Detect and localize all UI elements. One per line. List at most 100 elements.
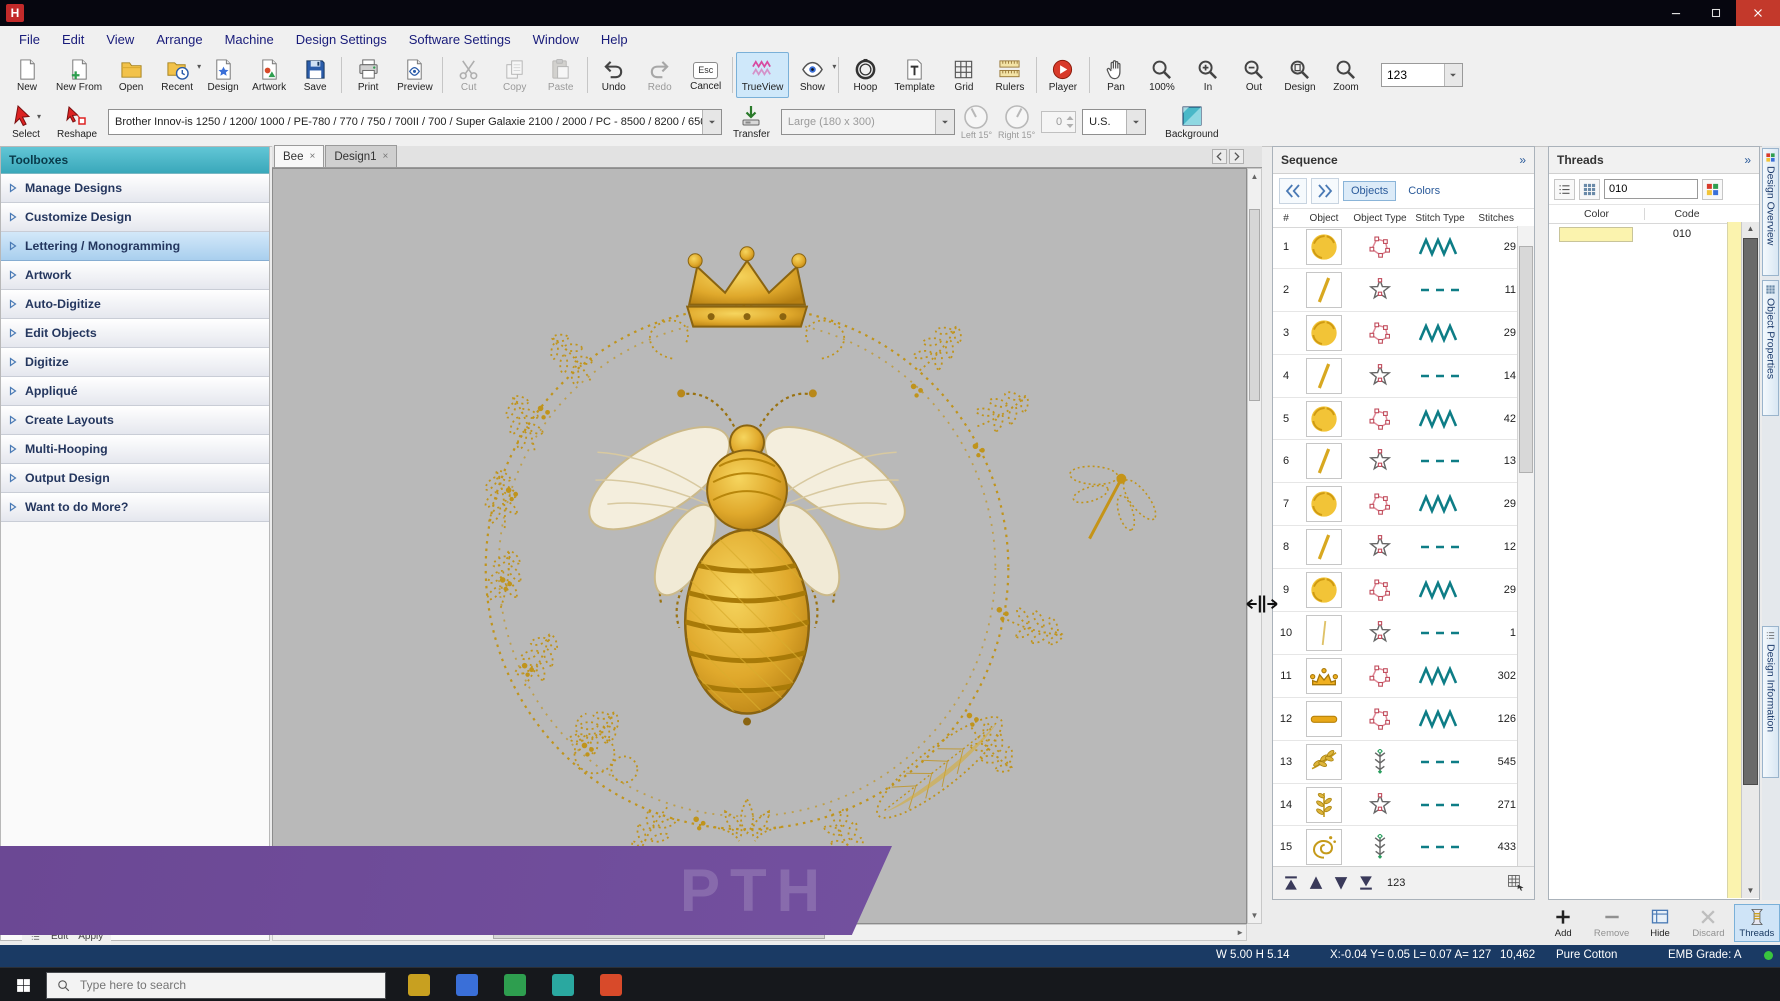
sequence-grid-button[interactable] [1506,873,1526,893]
resequence-button[interactable]: 123 [1387,877,1405,889]
panel-splitter-cursor[interactable] [1246,592,1278,616]
toolbar-copy-button[interactable]: Copy [492,52,538,98]
scrollbar-thumb[interactable] [1249,209,1260,401]
tab-design-overview[interactable]: Design Overview [1762,148,1779,276]
hoop-size-select[interactable]: Large (180 x 300) [781,109,955,135]
sequence-row[interactable]: 211 [1273,269,1534,312]
menu-window[interactable]: Window [522,32,590,47]
thread-search-input[interactable] [1604,179,1698,199]
collapse-panel-icon[interactable]: » [1744,153,1751,167]
hide-thread-button[interactable]: Hide [1637,904,1683,942]
sequence-row[interactable]: 613 [1273,440,1534,483]
transfer-button[interactable]: Transfer [728,102,775,142]
select-tool-button[interactable]: ▾ Select [6,102,46,142]
taskbar-app-icon[interactable] [408,974,430,996]
toolbar-rulers-button[interactable]: Rulers [987,52,1033,98]
toolbar-artwork-button[interactable]: Artwork [246,52,292,98]
close-button[interactable] [1736,0,1780,26]
canvas-tab-design1[interactable]: Design1× [325,145,397,167]
tab-colors[interactable]: Colors [1400,181,1448,201]
collapse-panel-icon[interactable]: » [1519,153,1526,167]
discard-thread-button[interactable]: Discard [1685,904,1731,942]
combo-dropdown-button[interactable] [702,110,721,134]
maximize-button[interactable] [1696,0,1736,26]
toolbar-recent-button[interactable]: Recent▾ [154,52,200,98]
toolbar-design-button[interactable]: Design [1277,52,1323,98]
toolbar-new-button[interactable]: New [4,52,50,98]
toolbar-paste-button[interactable]: Paste [538,52,584,98]
tab-close-icon[interactable]: × [309,151,315,162]
menu-machine[interactable]: Machine [214,32,285,47]
toolbar-show-button[interactable]: Show▾ [789,52,835,98]
toolbox-item-auto-digitize[interactable]: Auto-Digitize [1,290,269,319]
toolbar-open-button[interactable]: Open [108,52,154,98]
sequence-row[interactable]: 812 [1273,526,1534,569]
angle-spinner[interactable]: 0 [1041,111,1076,133]
sequence-row[interactable]: 129 [1273,226,1534,269]
sequence-scrollbar[interactable] [1517,226,1534,867]
zoom-level-combobox[interactable] [1381,63,1463,87]
design-canvas[interactable] [272,168,1247,924]
zoom-level-input[interactable] [1382,64,1444,86]
tab-scroll-left-icon[interactable] [1212,149,1227,164]
tab-object-properties[interactable]: Object Properties [1762,280,1779,416]
toolbar-design-button[interactable]: Design [200,52,246,98]
taskbar-app-icon[interactable] [504,974,526,996]
sequence-row[interactable]: 329 [1273,312,1534,355]
toolbar-cut-button[interactable]: Cut [446,52,492,98]
scrollbar-thumb[interactable] [1743,238,1758,785]
menu-design-settings[interactable]: Design Settings [285,32,398,47]
sequence-row[interactable]: 101 [1273,612,1534,655]
rotate-right-dial[interactable]: Right 15° [998,104,1035,140]
sequence-row[interactable]: 14271 [1273,784,1534,827]
toolbar-cancel-button[interactable]: EscCancel [683,52,729,98]
start-button[interactable] [0,968,46,1001]
threads-toggle-button[interactable]: Threads [1734,904,1780,942]
taskbar-app-icon[interactable] [552,974,574,996]
toolbar-trueview-button[interactable]: TrueView [736,52,790,98]
combo-dropdown-button[interactable] [935,110,954,134]
toolbox-item-manage-designs[interactable]: Manage Designs [1,174,269,203]
move-to-end-button[interactable] [1356,873,1376,893]
move-up-button[interactable] [1306,873,1326,893]
tab-scroll-right-icon[interactable] [1229,149,1244,164]
sequence-row[interactable]: 15433 [1273,826,1534,867]
taskbar-app-icon[interactable] [456,974,478,996]
canvas-tab-bee[interactable]: Bee× [274,145,324,167]
menu-software-settings[interactable]: Software Settings [398,32,522,47]
minimize-button[interactable] [1656,0,1696,26]
thread-row[interactable]: 010 [1549,224,1729,244]
toolbar-in-button[interactable]: In [1185,52,1231,98]
toolbar-undo-button[interactable]: Undo [591,52,637,98]
toolbox-item-create-layouts[interactable]: Create Layouts [1,406,269,435]
toolbox-item-digitize[interactable]: Digitize [1,348,269,377]
toolbar-preview-button[interactable]: Preview [391,52,439,98]
menu-view[interactable]: View [95,32,145,47]
thread-palette-button[interactable] [1702,179,1723,200]
menu-file[interactable]: File [8,32,51,47]
toolbar-grid-button[interactable]: Grid [941,52,987,98]
units-select[interactable]: U.S. [1082,109,1146,135]
toolbar-new-from-button[interactable]: New From [50,52,108,98]
combo-dropdown-button[interactable] [1126,110,1145,134]
toolbar-pan-button[interactable]: Pan [1093,52,1139,98]
taskbar-search[interactable] [46,972,386,999]
toolbox-item-customize-design[interactable]: Customize Design [1,203,269,232]
add-thread-button[interactable]: Add [1540,904,1586,942]
move-down-button[interactable] [1331,873,1351,893]
toolbox-item-multi-hooping[interactable]: Multi-Hooping [1,435,269,464]
tab-close-icon[interactable]: × [383,151,389,162]
canvas-vertical-scrollbar[interactable]: ▲ ▼ [1247,168,1262,924]
toolbox-item-appliqu[interactable]: Appliqué [1,377,269,406]
thread-list-view-button[interactable] [1554,179,1575,200]
taskbar-app-icon[interactable] [600,974,622,996]
prev-color-button[interactable] [1279,178,1307,204]
toolbox-item-artwork[interactable]: Artwork [1,261,269,290]
toolbar-template-button[interactable]: Template [888,52,941,98]
menu-help[interactable]: Help [590,32,639,47]
toolbar-zoom-button[interactable]: Zoom [1323,52,1369,98]
thread-grid-view-button[interactable] [1579,179,1600,200]
toolbar-print-button[interactable]: Print [345,52,391,98]
toolbox-item-edit-objects[interactable]: Edit Objects [1,319,269,348]
scrollbar-thumb[interactable] [1519,246,1533,473]
